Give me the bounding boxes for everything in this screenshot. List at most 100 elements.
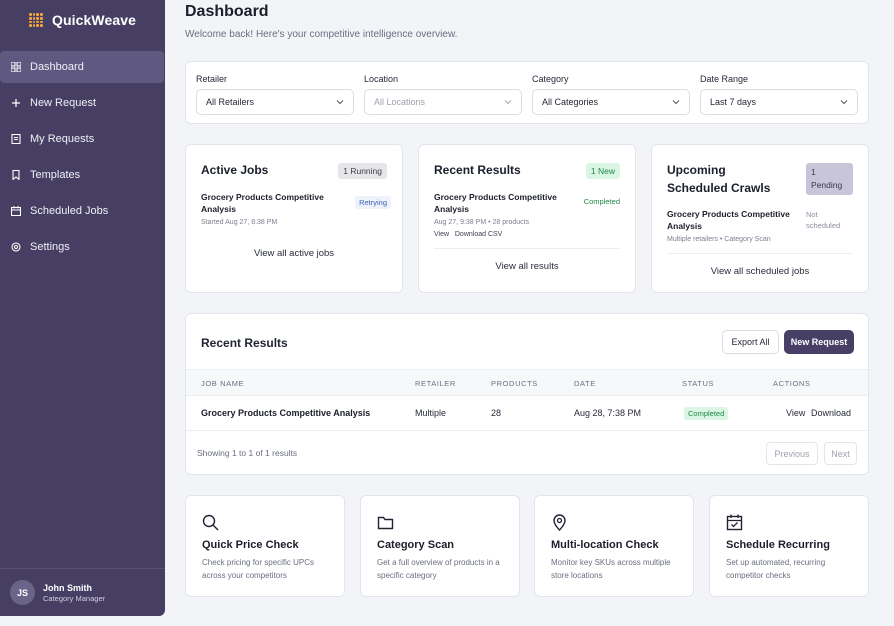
location-value: All Locations <box>374 97 426 107</box>
gear-icon <box>11 242 21 252</box>
quick-price-check-card[interactable]: Quick Price Check Check pricing for spec… <box>185 495 345 597</box>
date-range-label: Date Range <box>700 74 749 84</box>
new-request-button[interactable]: New Request <box>784 330 854 354</box>
location-pin-icon <box>553 514 566 531</box>
retailer-value: All Retailers <box>206 97 255 107</box>
retailer-filter: Retailer All Retailers <box>196 74 354 115</box>
action-title: Quick Price Check <box>202 539 299 551</box>
column-header: PRODUCTS <box>491 379 538 388</box>
table-row: Grocery Products Competitive Analysis Mu… <box>186 396 868 431</box>
table-header: JOB NAME RETAILER PRODUCTS DATE STATUS A… <box>186 369 868 396</box>
sidebar-item-label: My Requests <box>30 133 95 145</box>
section-title: Recent Results <box>201 336 288 350</box>
divider <box>667 253 853 254</box>
bookmark-icon <box>11 170 21 180</box>
category-select[interactable]: All Categories <box>532 89 690 115</box>
action-title: Schedule Recurring <box>726 539 830 551</box>
download-link[interactable]: Download <box>811 408 851 418</box>
sidebar-item-my-requests[interactable]: My Requests <box>0 123 164 155</box>
folder-icon <box>377 516 394 530</box>
plus-icon <box>11 98 21 108</box>
location-select[interactable]: All Locations <box>364 89 522 115</box>
chevron-down-icon <box>504 100 512 105</box>
scheduled-crawls-card: Upcoming Scheduled Crawls 1 Pending Groc… <box>651 144 869 293</box>
sidebar-item-label: Settings <box>30 241 70 253</box>
job-status: Not scheduled <box>806 210 841 230</box>
user-role: Category Manager <box>43 593 106 603</box>
job-name[interactable]: Grocery Products Competitive Analysis <box>434 191 564 215</box>
chevron-down-icon <box>336 100 344 105</box>
chevron-down-icon <box>840 100 848 105</box>
action-description: Check pricing for specific UPCs across y… <box>202 558 315 580</box>
sidebar-item-settings[interactable]: Settings <box>0 231 164 263</box>
sidebar-nav: Dashboard New Request My Requests Templa… <box>0 51 165 263</box>
export-all-button[interactable]: Export All <box>722 330 779 354</box>
category-value: All Categories <box>542 97 599 107</box>
new-badge: 1 New <box>585 163 620 179</box>
sidebar-item-label: Scheduled Jobs <box>30 205 109 217</box>
next-button[interactable]: Next <box>824 442 857 465</box>
active-jobs-card: Active Jobs 1 Running Grocery Products C… <box>185 144 403 293</box>
category-label: Category <box>532 74 569 84</box>
card-title: Upcoming Scheduled Crawls <box>667 163 771 195</box>
view-all-active-jobs-link[interactable]: View all active jobs <box>186 248 402 259</box>
job-name[interactable]: Grocery Products Competitive Analysis <box>667 208 797 232</box>
result-actions[interactable]: View Download CSV <box>434 231 502 238</box>
page-subtitle: Welcome back! Here's your competitive in… <box>185 29 458 40</box>
date-range-filter: Date Range Last 7 days <box>700 74 858 115</box>
location-label: Location <box>364 74 399 84</box>
calendar-check-icon <box>726 514 743 531</box>
retailer-cell: Multiple <box>415 408 447 418</box>
brand[interactable]: QuickWeave <box>0 0 165 40</box>
page-title: Dashboard <box>185 3 269 20</box>
running-badge: 1 Running <box>338 163 387 179</box>
card-title: Recent Results <box>434 163 521 177</box>
view-all-scheduled-jobs-link[interactable]: View all scheduled jobs <box>652 266 868 277</box>
action-description: Set up automated, recurring competitor c… <box>726 558 826 580</box>
job-name-cell[interactable]: Grocery Products Competitive Analysis <box>201 408 370 418</box>
date-range-select[interactable]: Last 7 days <box>700 89 858 115</box>
category-filter: Category All Categories <box>532 74 690 115</box>
retailer-select[interactable]: All Retailers <box>196 89 354 115</box>
user-profile[interactable]: JS John Smith Category Manager <box>0 568 165 616</box>
column-header: JOB NAME <box>201 379 245 388</box>
sidebar-item-label: Dashboard <box>30 61 84 73</box>
sidebar-item-dashboard[interactable]: Dashboard <box>0 51 164 83</box>
document-icon <box>11 134 21 144</box>
job-status: Completed <box>583 197 620 206</box>
category-scan-card[interactable]: Category Scan Get a full overview of pro… <box>360 495 520 597</box>
sidebar-item-label: Templates <box>30 169 81 181</box>
action-description: Get a full overview of products in a spe… <box>377 558 500 580</box>
brand-name: QuickWeave <box>51 12 136 28</box>
sidebar-item-label: New Request <box>30 97 97 109</box>
retailer-label: Retailer <box>196 74 228 84</box>
filters-panel: Retailer All Retailers Location All Loca… <box>185 61 869 124</box>
action-description: Monitor key SKUs across multiple store l… <box>551 558 671 580</box>
action-title: Category Scan <box>377 539 455 551</box>
date-range-value: Last 7 days <box>710 97 757 107</box>
chevron-down-icon <box>672 100 680 105</box>
job-meta: Started Aug 27, 8:38 PM <box>201 219 278 226</box>
status-badge: Completed <box>684 407 729 420</box>
view-all-results-link[interactable]: View all results <box>419 261 635 272</box>
column-header: RETAILER <box>415 379 456 388</box>
schedule-recurring-card[interactable]: Schedule Recurring Set up automated, rec… <box>709 495 869 597</box>
pagination-summary: Showing 1 to 1 of 1 results <box>197 448 298 458</box>
action-title: Multi-location Check <box>551 539 659 551</box>
job-status-badge: Retrying <box>355 196 391 209</box>
location-filter: Location All Locations <box>364 74 522 115</box>
sidebar-item-scheduled-jobs[interactable]: Scheduled Jobs <box>0 195 164 227</box>
sidebar-item-new-request[interactable]: New Request <box>0 87 164 119</box>
calendar-icon <box>11 206 21 216</box>
previous-button[interactable]: Previous <box>766 442 818 465</box>
column-header: DATE <box>574 379 596 388</box>
job-meta: Aug 27, 9:38 PM • 28 products <box>434 219 530 226</box>
grid-icon <box>11 62 21 72</box>
sidebar-item-templates[interactable]: Templates <box>0 159 164 191</box>
recent-results-card: Recent Results 1 New Grocery Products Co… <box>418 144 636 293</box>
job-name[interactable]: Grocery Products Competitive Analysis <box>201 191 341 215</box>
multi-location-check-card[interactable]: Multi-location Check Monitor key SKUs ac… <box>534 495 694 597</box>
view-link[interactable]: View <box>786 408 805 418</box>
divider <box>434 248 620 249</box>
date-cell: Aug 28, 7:38 PM <box>574 408 642 418</box>
